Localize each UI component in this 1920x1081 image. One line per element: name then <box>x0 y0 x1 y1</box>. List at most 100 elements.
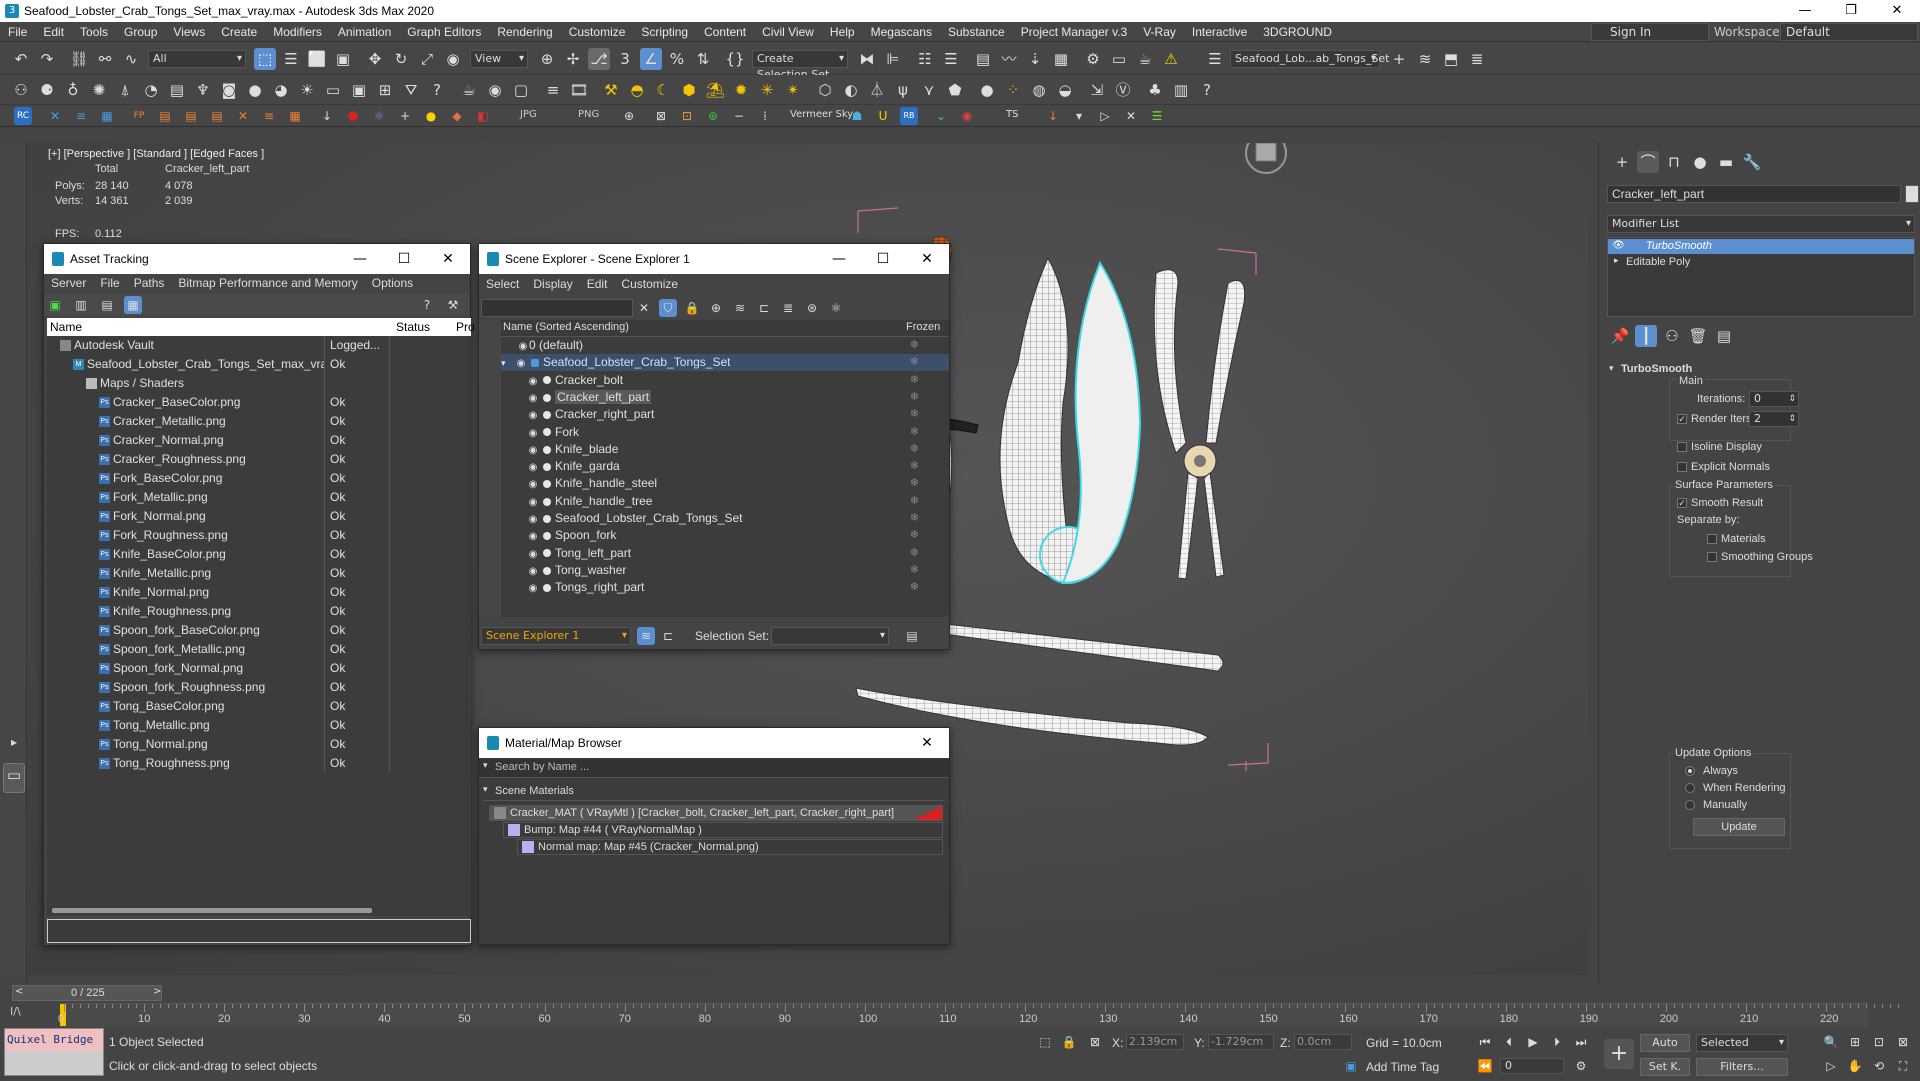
people-icon[interactable]: ☗ <box>848 107 866 125</box>
stack-item-editable-poly[interactable]: ▸ Editable Poly <box>1608 255 1914 270</box>
scene-object-row[interactable]: ◉ Knife_handle_steel ❄ <box>501 475 949 492</box>
png-button[interactable]: PNG <box>578 109 599 120</box>
material-item[interactable]: Bump: Map #44 ( VRayNormalMap ) <box>503 822 943 838</box>
link-icon[interactable]: ⛓ <box>68 48 90 70</box>
asset-row[interactable]: Autodesk Vault Logged... <box>47 336 471 355</box>
align-icon[interactable]: ⊫ <box>882 48 904 70</box>
asset-menu-server[interactable]: Server <box>44 274 93 293</box>
se-col-name[interactable]: Name (Sorted Ascending) <box>503 321 629 333</box>
redo-icon[interactable]: ↷ <box>36 48 58 70</box>
render-scene-icon[interactable]: ⚇ <box>10 79 32 101</box>
zoom-extents-all-icon[interactable]: ⊠ <box>1894 1033 1912 1051</box>
hammer-icon[interactable]: ⚒ <box>600 79 622 101</box>
go-end-icon[interactable]: ⏭ <box>1572 1033 1590 1051</box>
sign-in-button[interactable]: Sign In <box>1591 23 1709 41</box>
grid-view-icon[interactable]: ▦ <box>98 107 116 125</box>
move-icon[interactable]: ✥ <box>364 48 386 70</box>
frame-icon[interactable]: ▣ <box>348 79 370 101</box>
material-editor-icon[interactable]: ▦ <box>1050 48 1072 70</box>
asset-row[interactable]: Ps Knife_Metallic.png Ok <box>47 564 471 583</box>
x-icon[interactable]: ✕ <box>1122 107 1140 125</box>
time-tag-icon[interactable]: ▣ <box>1342 1057 1360 1075</box>
script5-icon[interactable]: ≡ <box>260 107 278 125</box>
angle-snap-icon[interactable]: ∠ <box>640 48 662 70</box>
script1-icon[interactable]: ▤ <box>156 107 174 125</box>
freeze-icon[interactable]: ❄ <box>910 527 919 544</box>
scene-object-row[interactable]: ◉ Knife_garda ❄ <box>501 458 949 475</box>
settings-icon[interactable]: ⚛ <box>827 299 845 317</box>
viewport-layout-icon[interactable]: ▭ <box>3 763 25 793</box>
visibility-eye-icon[interactable]: ◉ <box>527 494 539 511</box>
selection-filter-dropdown[interactable]: All <box>148 50 246 68</box>
asset-row[interactable]: Ps Fork_Metallic.png Ok <box>47 488 471 507</box>
vault-help-icon[interactable]: ⚒ <box>444 296 462 314</box>
wheat-icon[interactable]: ⋎ <box>918 79 940 101</box>
next-key-icon[interactable]: ⏵ <box>1548 1033 1566 1051</box>
expand-arrow-icon[interactable]: ▸ <box>5 733 23 751</box>
asset-row[interactable]: Ps Tong_BaseColor.png Ok <box>47 697 471 716</box>
undo-icon[interactable]: ↶ <box>10 48 32 70</box>
visibility-eye-icon[interactable]: ◉ <box>527 390 539 407</box>
asset-row[interactable]: Ps Cracker_Normal.png Ok <box>47 431 471 450</box>
plus-icon[interactable]: + <box>396 107 414 125</box>
visibility-eye-icon[interactable]: ◉ <box>527 407 539 424</box>
asset-menu-file[interactable]: File <box>93 274 126 293</box>
freeze-icon[interactable]: ❄ <box>910 424 919 441</box>
menu-help[interactable]: Help <box>822 22 863 42</box>
object-name-field[interactable]: Cracker_left_part <box>1607 185 1901 203</box>
curve-editor-icon[interactable]: 〰 <box>998 48 1020 70</box>
prev-key-icon[interactable]: ⏴ <box>1500 1033 1518 1051</box>
unlink-icon[interactable]: ⚯ <box>94 48 116 70</box>
prev-frame-icon[interactable]: < <box>15 986 23 997</box>
mirror-icon[interactable]: ⧓ <box>856 48 878 70</box>
absolute-mode-icon[interactable]: ⊠ <box>1086 1033 1104 1051</box>
freeze-icon[interactable]: ❄ <box>910 372 919 389</box>
scene-states-icon[interactable]: ☰ <box>1204 48 1226 70</box>
menu-project-manager-v-3[interactable]: Project Manager v.3 <box>1013 22 1136 42</box>
layer-mode-icon[interactable]: ≋ <box>637 627 655 645</box>
film-icon[interactable]: 🎞 <box>568 79 590 101</box>
schematic-view-icon[interactable]: ⇣ <box>1024 48 1046 70</box>
mixed-icon[interactable]: ◒ <box>1054 79 1076 101</box>
rollout-title[interactable]: TurboSmooth <box>1621 363 1692 375</box>
menu-tools[interactable]: Tools <box>72 22 116 42</box>
menu-content[interactable]: Content <box>696 22 754 42</box>
orbit-icon[interactable]: ⟲ <box>1870 1057 1888 1075</box>
modifier-list-dropdown[interactable]: Modifier List <box>1607 215 1915 233</box>
stack-item-turbosmooth[interactable]: 👁 TurboSmooth <box>1608 239 1914 254</box>
scene-object-row[interactable]: ◉ Tong_washer ❄ <box>501 562 949 579</box>
scene-object-row[interactable]: ◉ Spoon_fork ❄ <box>501 527 949 544</box>
se-search-input[interactable] <box>481 299 633 317</box>
manage-sets-icon[interactable]: ▤ <box>903 627 921 645</box>
camera-icon[interactable]: ▭ <box>322 79 344 101</box>
isoline-checkbox[interactable] <box>1677 442 1687 453</box>
vermeer-sky-button[interactable]: Vermeer Sky <box>790 109 853 120</box>
col-status[interactable]: Status <box>396 320 430 334</box>
asset-row[interactable]: Ps Fork_BaseColor.png Ok <box>47 469 471 488</box>
clear-search-icon[interactable]: ✕ <box>635 299 653 317</box>
layers-icon[interactable]: ≋ <box>731 299 749 317</box>
menu-file[interactable]: File <box>0 22 35 42</box>
layer-explorer-icon[interactable]: ☰ <box>940 48 962 70</box>
visibility-eye-icon[interactable]: ◉ <box>517 338 529 355</box>
col-pro[interactable]: Pro <box>456 320 475 334</box>
grid-icon[interactable]: ⊞ <box>374 79 396 101</box>
key-mode-icon[interactable]: ⏪ <box>1476 1057 1494 1075</box>
menu-megascans[interactable]: Megascans <box>863 22 940 42</box>
always-radio[interactable] <box>1685 766 1695 777</box>
render-iters-checkbox[interactable]: ✓ <box>1677 414 1687 425</box>
selection-set-dropdown[interactable] <box>771 627 889 645</box>
menu-v-ray[interactable]: V-Ray <box>1135 22 1184 42</box>
remove-modifier-icon[interactable]: 🗑 <box>1687 325 1709 347</box>
asset-row[interactable]: Ps Tong_Metallic.png Ok <box>47 716 471 735</box>
asset-row[interactable]: Ps Tong_Roughness.png Ok <box>47 754 471 773</box>
visibility-eye-icon[interactable]: ◉ <box>515 355 527 372</box>
render-iters-spinner[interactable]: 2 <box>1749 411 1799 427</box>
help-icon[interactable]: ? <box>426 79 448 101</box>
visibility-eye-icon[interactable]: ◉ <box>527 580 539 597</box>
vray-logo-icon[interactable]: Ⓥ <box>1112 79 1134 101</box>
visibility-eye-icon[interactable]: ◉ <box>527 563 539 580</box>
se-minimize-button[interactable]: — <box>817 244 861 274</box>
hierarchy-mode-icon[interactable]: ⊏ <box>659 627 677 645</box>
workspace-dropdown[interactable]: Default <box>1780 23 1918 41</box>
